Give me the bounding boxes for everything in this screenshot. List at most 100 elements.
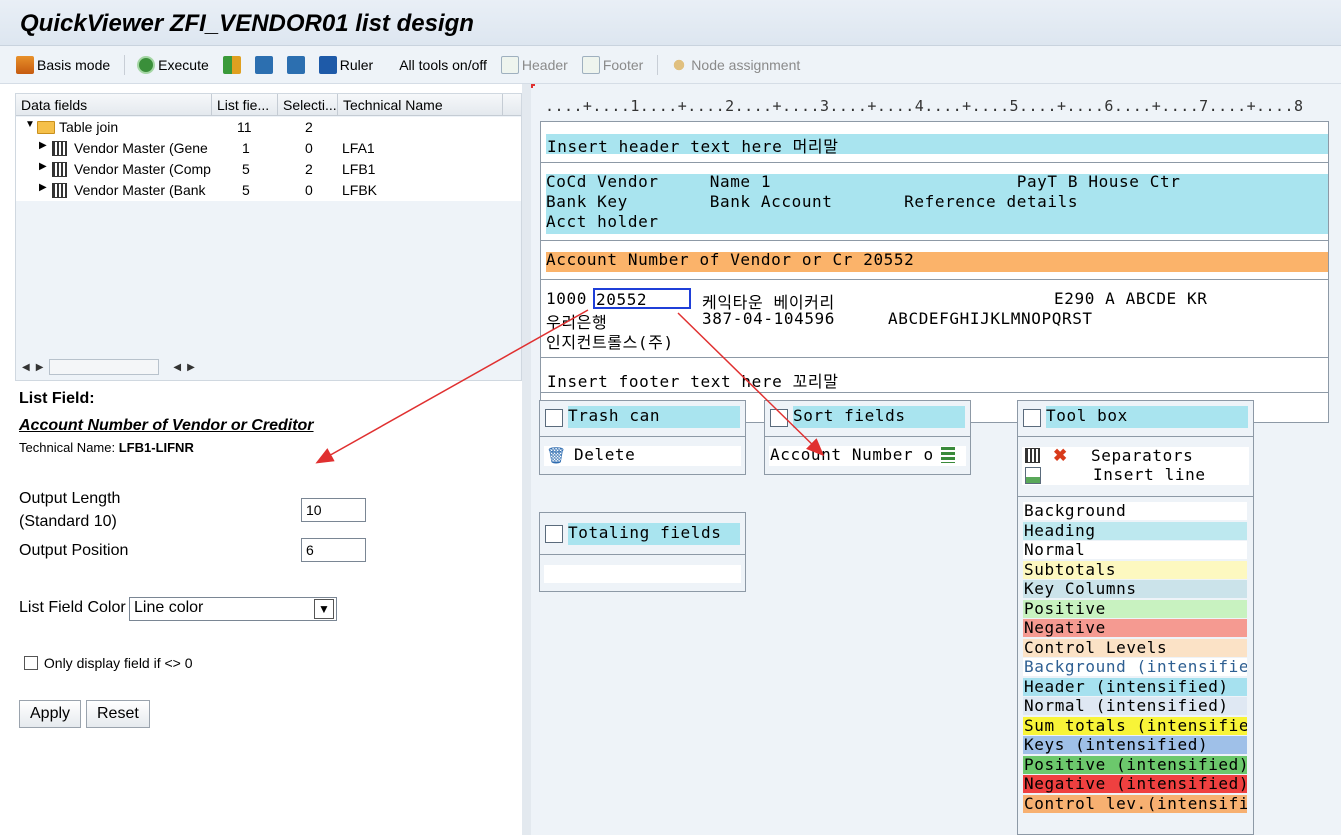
tree-row-sel: 2 <box>305 161 313 177</box>
expand-arrow-icon[interactable]: ▼ <box>25 119 35 130</box>
header-text[interactable]: Insert header text here 머리말 <box>547 133 839 157</box>
data-cocd[interactable]: 1000 <box>546 289 587 308</box>
header-button[interactable]: Header <box>500 55 568 74</box>
data-tail[interactable]: E290 A ABCDE KR <box>1054 289 1208 308</box>
footer-icon <box>581 55 600 74</box>
divider <box>541 357 1328 358</box>
color-swatch[interactable]: Background (intensified <box>1023 658 1247 676</box>
color-swatch[interactable]: Subtotals <box>1023 560 1247 579</box>
cursor-arrow-icon[interactable] <box>770 409 788 427</box>
find-next-button[interactable] <box>286 55 305 74</box>
layout-icon <box>222 55 241 74</box>
color-swatch[interactable]: Positive <box>1023 599 1247 618</box>
list-field-heading: List Field: <box>19 390 95 407</box>
only-display-checkbox[interactable] <box>24 656 38 670</box>
insert-line-icon[interactable] <box>1025 467 1041 484</box>
separators-label[interactable]: Separators <box>1091 446 1193 465</box>
color-swatch[interactable]: Keys (intensified) <box>1023 736 1247 754</box>
color-swatch[interactable]: Normal (intensified) <box>1023 697 1247 715</box>
tree-row-list: 1 <box>242 140 250 156</box>
divider <box>540 436 745 437</box>
node-assignment-button[interactable]: Node assignment <box>670 55 800 74</box>
only-display-row[interactable]: Only display field if <> 0 <box>24 655 193 671</box>
cursor-arrow-icon[interactable] <box>1023 409 1041 427</box>
tool-box-tile: Tool box ✖ Separators Insert line Backgr… <box>1017 400 1254 835</box>
pane-splitter[interactable] <box>522 84 531 835</box>
header-icon <box>500 55 519 74</box>
tree-row-table-join[interactable]: ▼ Table join 11 2 <box>16 117 521 138</box>
list-field-color-value: Line color <box>134 599 204 616</box>
horizontal-scrollbar[interactable]: ◀ ▶ ◀ ▶ <box>16 356 521 378</box>
collapse-arrow-icon[interactable]: ▶ <box>39 140 47 151</box>
execute-button[interactable]: Execute <box>137 55 209 74</box>
layout-button[interactable] <box>222 55 241 74</box>
chevron-down-icon[interactable]: ▼ <box>314 599 334 619</box>
delete-label[interactable]: Delete <box>574 445 635 464</box>
color-swatch[interactable]: Heading <box>1023 521 1247 540</box>
apply-button[interactable]: Apply <box>19 700 82 728</box>
scroll-right-icon[interactable]: ▶ <box>187 362 195 373</box>
reset-button[interactable]: Reset <box>86 700 150 728</box>
color-swatch[interactable]: Background <box>1023 502 1247 520</box>
data-reference[interactable]: ABCDEFGHIJKLMNOPQRST <box>888 309 1093 328</box>
binoculars-icon <box>254 55 273 74</box>
col-selection[interactable]: Selecti... <box>278 94 338 115</box>
color-swatch[interactable]: Control lev.(intensifie <box>1023 794 1247 813</box>
ruler-button[interactable]: Ruler <box>318 55 373 74</box>
col-list-fields[interactable]: List fie... <box>212 94 278 115</box>
divider <box>540 554 745 555</box>
column-heading-line-2[interactable]: Bank Key Bank Account Reference details <box>546 192 1078 211</box>
scroll-left-icon[interactable]: ◀ <box>22 362 30 373</box>
column-heading-line-1[interactable]: CoCd Vendor Name 1 PayT B House Ctr <box>546 172 1180 191</box>
basis-mode-button[interactable]: Basis mode <box>16 55 110 74</box>
close-x-icon[interactable]: ✖ <box>1053 446 1067 466</box>
color-swatch[interactable]: Negative <box>1023 619 1247 637</box>
sort-item-label[interactable]: Account Number o <box>770 445 934 464</box>
scroll-right-icon[interactable]: ▶ <box>36 362 44 373</box>
trash-icon[interactable]: 🗑 <box>546 446 566 466</box>
separators-icon[interactable] <box>1025 448 1040 463</box>
color-swatch[interactable]: Key Columns <box>1023 580 1247 598</box>
cursor-arrow-icon[interactable] <box>545 409 563 427</box>
divider <box>1018 496 1253 497</box>
footer-button[interactable]: Footer <box>581 55 643 74</box>
tree-row-lfb1[interactable]: ▶ Vendor Master (Comp 5 2 LFB1 <box>16 159 521 180</box>
cursor-arrow-icon[interactable] <box>545 525 563 543</box>
color-swatch[interactable]: Negative (intensified) <box>1023 775 1247 793</box>
color-swatch[interactable]: Header (intensified) <box>1023 677 1247 696</box>
tree-row-lfbk[interactable]: ▶ Vendor Master (Bank 5 0 LFBK <box>16 180 521 201</box>
color-swatch[interactable]: Control Levels <box>1023 638 1247 657</box>
tree-row-name: Table join <box>59 119 119 135</box>
collapse-arrow-icon[interactable]: ▶ <box>39 161 47 172</box>
sort-order-icon[interactable] <box>941 447 955 463</box>
tree-row-list: 5 <box>242 161 250 177</box>
scroll-thumb[interactable] <box>49 359 160 375</box>
totaling-drop-area[interactable] <box>544 565 741 583</box>
output-position-input[interactable] <box>301 538 366 562</box>
tree-row-tech: LFB1 <box>342 161 376 177</box>
scroll-left-icon[interactable]: ◀ <box>173 362 181 373</box>
data-bank-account[interactable]: 387-04-104596 <box>702 309 835 328</box>
data-vendor-selected[interactable]: 20552 <box>593 288 691 309</box>
footer-text[interactable]: Insert footer text here 꼬리말 <box>547 368 839 392</box>
data-account-holder[interactable]: 인지컨트롤스(주) <box>546 329 674 353</box>
sort-fields-label: Sort fields <box>793 406 965 428</box>
collapse-arrow-icon[interactable]: ▶ <box>39 182 47 193</box>
col-technical-name[interactable]: Technical Name <box>338 94 503 115</box>
insert-line-label[interactable]: Insert line <box>1093 465 1206 484</box>
tree-row-lfa1[interactable]: ▶ Vendor Master (Gene 1 0 LFA1 <box>16 138 521 159</box>
color-swatch[interactable]: Positive (intensified) <box>1023 755 1247 774</box>
table-icon <box>52 162 67 177</box>
color-swatch[interactable]: Normal <box>1023 541 1247 559</box>
output-length-label: Output Length <box>19 490 121 507</box>
col-data-fields[interactable]: Data fields <box>16 94 212 115</box>
color-swatch[interactable]: Sum totals (intensified <box>1023 716 1247 735</box>
all-tools-button[interactable]: All tools on/off <box>399 57 487 73</box>
execute-label: Execute <box>158 56 209 73</box>
column-heading-line-3[interactable]: Acct holder <box>546 212 659 231</box>
trash-can-label: Trash can <box>568 406 740 428</box>
list-field-color-select[interactable]: Line color ▼ <box>129 597 337 621</box>
technical-name-value: LFB1-LIFNR <box>118 440 194 455</box>
output-length-input[interactable] <box>301 498 366 522</box>
find-button[interactable] <box>254 55 273 74</box>
